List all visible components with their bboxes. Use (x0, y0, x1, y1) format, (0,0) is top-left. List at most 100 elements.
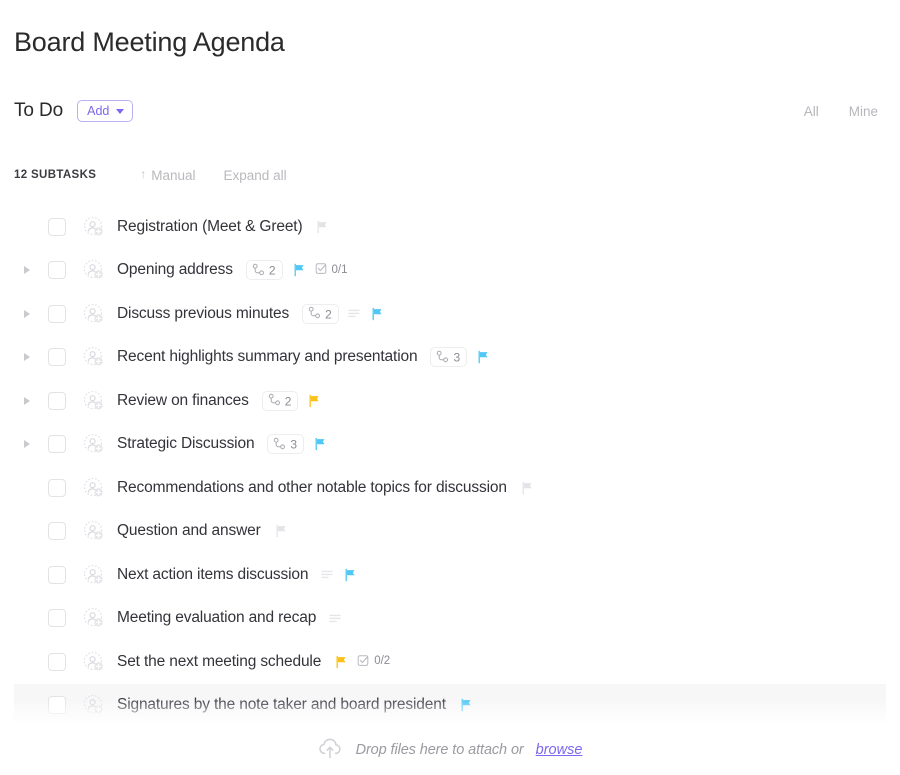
task-row[interactable]: Discuss previous minutes 2 (14, 292, 886, 336)
description-icon[interactable] (329, 614, 342, 623)
priority-flag-icon[interactable] (313, 437, 327, 451)
task-name[interactable]: Set the next meeting schedule (117, 653, 321, 671)
task-checkbox[interactable] (48, 478, 66, 497)
filter-links: All Mine (804, 104, 886, 119)
task-row[interactable]: Opening address 2 0/1 (14, 249, 886, 293)
task-name[interactable]: Next action items discussion (117, 566, 309, 584)
priority-flag-icon[interactable] (459, 698, 473, 712)
subtask-count-chip[interactable]: 2 (261, 390, 299, 411)
priority-flag-icon[interactable] (292, 263, 306, 277)
description-icon[interactable] (321, 570, 334, 579)
priority-flag-icon[interactable] (370, 307, 384, 321)
filter-mine[interactable]: Mine (849, 104, 878, 119)
priority-flag-icon[interactable] (343, 568, 357, 582)
task-checkbox[interactable] (48, 522, 66, 541)
checklist-progress[interactable]: 0/1 (315, 262, 348, 279)
task-row[interactable]: Question and answer (14, 510, 886, 554)
task-row[interactable]: Review on finances 2 (14, 379, 886, 423)
subtask-icon (252, 263, 265, 278)
task-name[interactable]: Question and answer (117, 522, 261, 540)
subtask-list: Registration (Meet & Greet) Opening addre… (14, 205, 886, 727)
subtask-count-chip[interactable]: 2 (302, 303, 339, 324)
task-checkbox[interactable] (48, 696, 66, 715)
expand-task-icon[interactable] (20, 309, 34, 318)
task-name[interactable]: Meeting evaluation and recap (117, 609, 316, 627)
add-assignee-icon[interactable] (83, 477, 105, 499)
task-checkbox[interactable] (48, 435, 66, 454)
task-badges (520, 481, 534, 495)
subtasks-toolbar: 12 SUBTASKS ↑ Manual Expand all (14, 165, 886, 185)
task-row[interactable]: Strategic Discussion 3 (14, 423, 886, 467)
add-assignee-icon[interactable] (83, 607, 105, 629)
expand-placeholder (20, 571, 34, 579)
task-badges: 0/2 (334, 654, 390, 671)
add-assignee-icon[interactable] (83, 520, 105, 542)
task-row[interactable]: Recommendations and other notable topics… (14, 466, 886, 510)
task-name[interactable]: Recommendations and other notable topics… (117, 479, 507, 497)
task-row[interactable]: Set the next meeting schedule 0/2 (14, 640, 886, 684)
expand-all-label: Expand all (223, 167, 287, 183)
checklist-progress-value: 0/1 (331, 263, 348, 276)
priority-flag-icon[interactable] (520, 481, 534, 495)
checklist-progress[interactable]: 0/2 (357, 654, 390, 671)
expand-placeholder (20, 484, 34, 492)
drop-files-label: Drop files here to attach or (355, 742, 524, 758)
task-row[interactable]: Recent highlights summary and presentati… (14, 336, 886, 380)
task-name[interactable]: Recent highlights summary and presentati… (117, 348, 418, 366)
task-name[interactable]: Strategic Discussion (117, 435, 255, 453)
add-assignee-icon[interactable] (83, 259, 105, 281)
task-row[interactable]: Next action items discussion (14, 553, 886, 597)
add-assignee-icon[interactable] (83, 216, 105, 238)
file-drop-zone[interactable]: Drop files here to attach or browse (0, 733, 900, 767)
task-name[interactable]: Review on finances (117, 392, 249, 410)
subtask-count-value: 2 (325, 307, 332, 322)
task-row[interactable]: Registration (Meet & Greet) (14, 205, 886, 249)
priority-flag-icon[interactable] (315, 220, 329, 234)
task-row[interactable]: Signatures by the note taker and board p… (14, 683, 886, 727)
task-checkbox[interactable] (48, 391, 66, 410)
expand-task-icon[interactable] (20, 266, 34, 275)
expand-task-icon[interactable] (20, 396, 34, 405)
subtask-count-chip[interactable]: 3 (267, 434, 305, 455)
priority-flag-icon[interactable] (274, 524, 288, 538)
task-name[interactable]: Signatures by the note taker and board p… (117, 696, 446, 714)
task-checkbox[interactable] (48, 565, 66, 584)
task-checkbox[interactable] (48, 652, 66, 671)
task-name[interactable]: Opening address (117, 261, 233, 279)
browse-link[interactable]: browse (536, 742, 583, 758)
expand-placeholder (20, 223, 34, 231)
add-button[interactable]: Add (77, 99, 134, 123)
add-assignee-icon[interactable] (83, 651, 105, 673)
task-checkbox[interactable] (48, 217, 66, 236)
task-name[interactable]: Discuss previous minutes (117, 305, 289, 323)
expand-task-icon[interactable] (20, 440, 34, 449)
add-assignee-icon[interactable] (83, 390, 105, 412)
priority-flag-icon[interactable] (476, 350, 490, 364)
arrow-up-icon: ↑ (140, 167, 147, 181)
task-detail-page: Board Meeting Agenda To Do Add All Mine … (0, 0, 900, 775)
task-name[interactable]: Registration (Meet & Greet) (117, 218, 303, 236)
task-checkbox[interactable] (48, 261, 66, 280)
add-assignee-icon[interactable] (83, 346, 105, 368)
filter-all[interactable]: All (804, 104, 819, 119)
priority-flag-icon[interactable] (307, 394, 321, 408)
subtask-icon (436, 350, 449, 365)
task-badges (321, 568, 357, 582)
add-assignee-icon[interactable] (83, 564, 105, 586)
add-assignee-icon[interactable] (83, 694, 105, 716)
description-icon[interactable] (348, 309, 361, 318)
task-row[interactable]: Meeting evaluation and recap (14, 597, 886, 641)
task-checkbox[interactable] (48, 304, 66, 323)
expand-all-button[interactable]: Expand all (224, 168, 287, 183)
subtasks-count-label: 12 SUBTASKS (14, 169, 97, 181)
priority-flag-icon[interactable] (334, 655, 348, 669)
add-assignee-icon[interactable] (83, 303, 105, 325)
expand-task-icon[interactable] (20, 353, 34, 362)
subtask-count-chip[interactable]: 2 (245, 260, 283, 281)
add-assignee-icon[interactable] (83, 433, 105, 455)
subtask-count-chip[interactable]: 3 (430, 347, 468, 368)
task-checkbox[interactable] (48, 348, 66, 367)
sort-mode-button[interactable]: ↑ Manual (140, 168, 195, 183)
task-checkbox[interactable] (48, 609, 66, 628)
subtask-count-value: 3 (290, 437, 298, 452)
